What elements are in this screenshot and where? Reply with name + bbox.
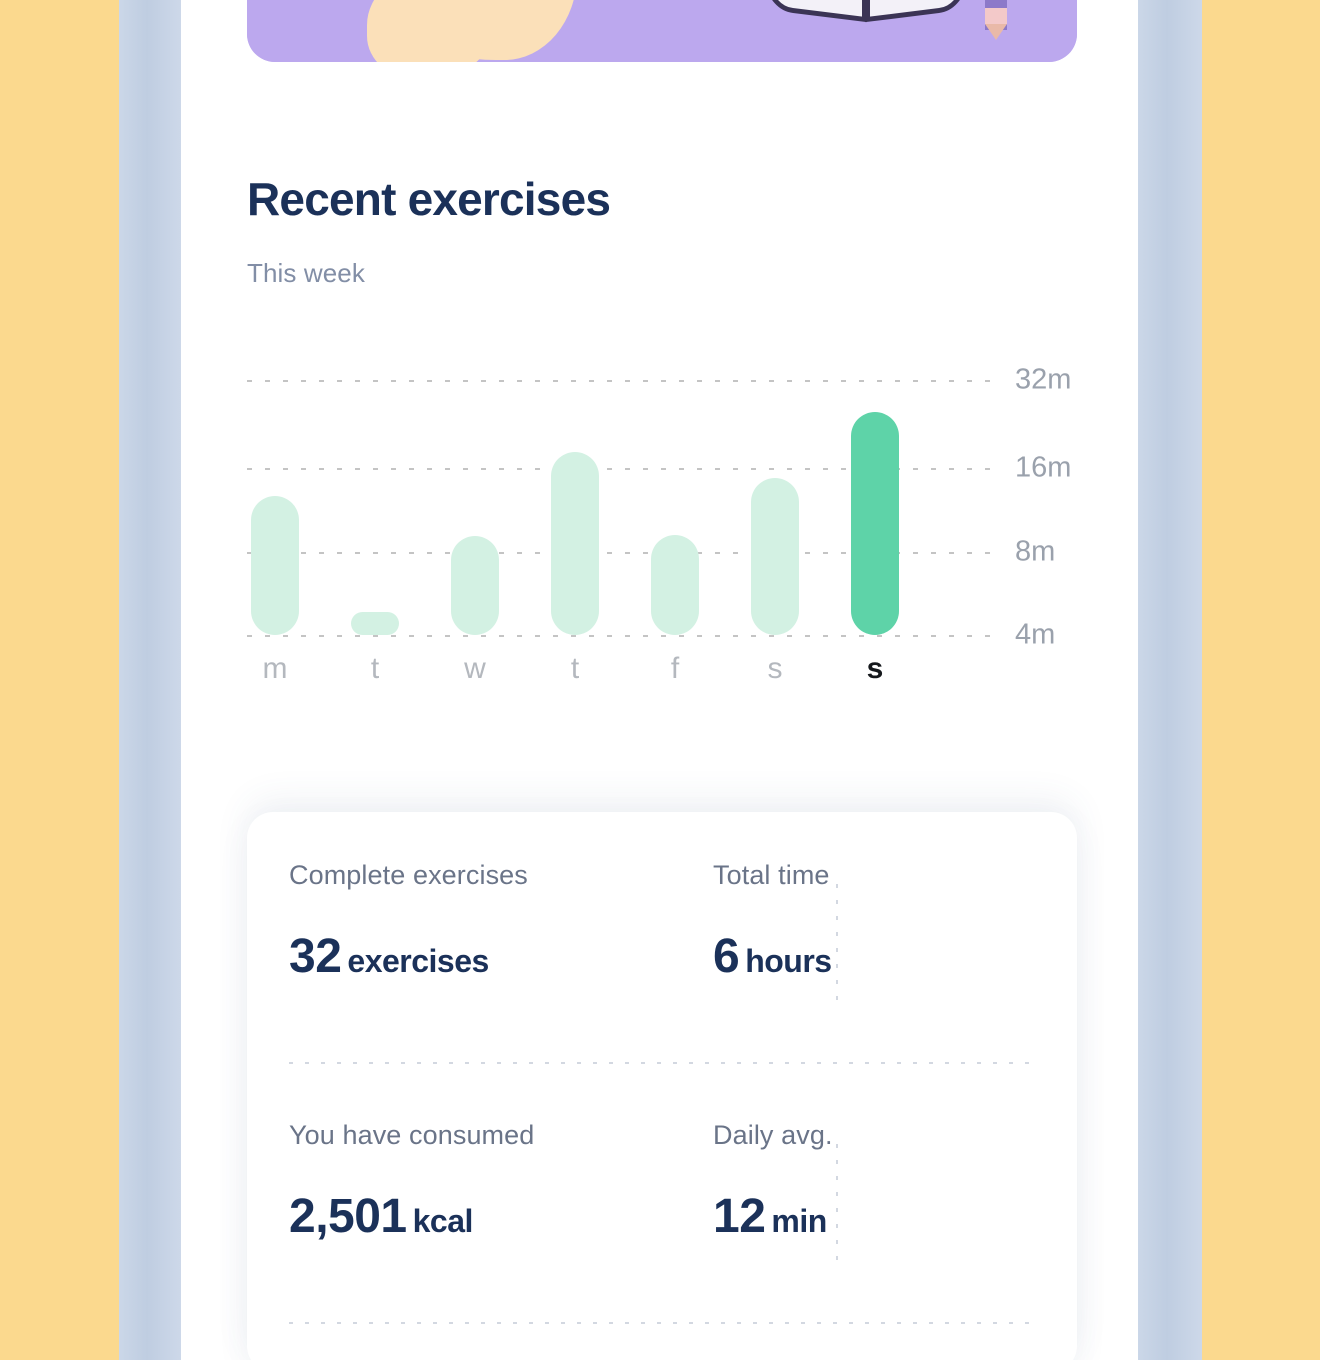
stat-total-time: Total time 6 hours bbox=[713, 860, 832, 984]
backdrop-right bbox=[1202, 0, 1320, 1360]
stat-consumed-calories: You have consumed 2,501 kcal bbox=[289, 1120, 534, 1244]
stat-label: Complete exercises bbox=[289, 860, 528, 890]
stat-number: 2,501 bbox=[289, 1190, 407, 1243]
stat-value: 12 min bbox=[713, 1189, 833, 1244]
chart-day-label[interactable]: m bbox=[251, 652, 299, 686]
weekly-exercise-bar-chart: 32m 16m 8m 4m m t w t f s s bbox=[247, 360, 1077, 705]
chart-bar[interactable] bbox=[251, 496, 299, 635]
book-left-page bbox=[767, 0, 867, 23]
chart-ytick-label: 32m bbox=[1015, 363, 1072, 396]
page-title: Recent exercises bbox=[247, 173, 611, 225]
stat-value: 6 hours bbox=[713, 929, 832, 984]
chart-bar[interactable] bbox=[651, 535, 699, 635]
chart-day-label[interactable]: s bbox=[751, 652, 799, 686]
chart-bar[interactable] bbox=[751, 478, 799, 635]
phone-screen: Recent exercises This week 32m 16m 8m 4m m t… bbox=[181, 0, 1138, 1360]
chart-day-label[interactable]: t bbox=[551, 652, 599, 686]
cloth-shape-icon bbox=[367, 0, 497, 62]
chart-ytick-label: 4m bbox=[1015, 618, 1056, 651]
chart-day-label[interactable]: f bbox=[651, 652, 699, 686]
stat-unit: exercises bbox=[347, 943, 489, 979]
stats-summary-card: Complete exercises 32 exercises Total tim… bbox=[247, 812, 1077, 1360]
book-right-page bbox=[865, 0, 965, 23]
stat-value: 32 exercises bbox=[289, 929, 528, 984]
chart-bar[interactable] bbox=[351, 612, 399, 635]
backdrop-left bbox=[0, 0, 119, 1360]
chart-day-label[interactable]: w bbox=[451, 652, 499, 686]
stats-divider-horizontal bbox=[289, 1062, 1035, 1064]
chart-ytick-label: 16m bbox=[1015, 451, 1072, 484]
phone-bezel-left bbox=[119, 0, 181, 1360]
chart-bar[interactable] bbox=[551, 452, 599, 635]
stats-divider-vertical-bottom bbox=[836, 1144, 838, 1262]
hero-illustration-banner bbox=[247, 0, 1077, 62]
chart-bar[interactable] bbox=[451, 536, 499, 635]
open-book-icon bbox=[767, 0, 967, 23]
stats-divider-vertical-top bbox=[836, 884, 838, 1000]
stat-unit: hours bbox=[745, 943, 832, 979]
stat-number: 32 bbox=[289, 930, 342, 983]
chart-bars bbox=[247, 360, 1007, 645]
stat-number: 6 bbox=[713, 930, 740, 983]
stat-label: Total time bbox=[713, 860, 830, 890]
stat-number: 12 bbox=[713, 1190, 766, 1243]
stat-unit: kcal bbox=[412, 1203, 474, 1239]
stat-unit: min bbox=[771, 1203, 827, 1239]
stat-daily-average: Daily avg. 12 min bbox=[713, 1120, 833, 1244]
stats-divider-horizontal-2 bbox=[289, 1322, 1035, 1324]
stat-label: You have consumed bbox=[289, 1120, 535, 1150]
chart-day-labels: mtwtfss bbox=[247, 652, 1007, 702]
page-subtitle: This week bbox=[247, 258, 365, 288]
chart-bar[interactable] bbox=[851, 412, 899, 635]
chart-ytick-label: 8m bbox=[1015, 535, 1056, 568]
chart-day-label[interactable]: t bbox=[351, 652, 399, 686]
stat-value: 2,501 kcal bbox=[289, 1189, 534, 1244]
stat-label: Daily avg. bbox=[713, 1120, 833, 1150]
stat-complete-exercises: Complete exercises 32 exercises bbox=[289, 860, 528, 984]
chart-day-label[interactable]: s bbox=[851, 652, 899, 686]
pencil-ferrule-icon bbox=[985, 8, 1007, 24]
phone-bezel-right bbox=[1138, 0, 1202, 1360]
